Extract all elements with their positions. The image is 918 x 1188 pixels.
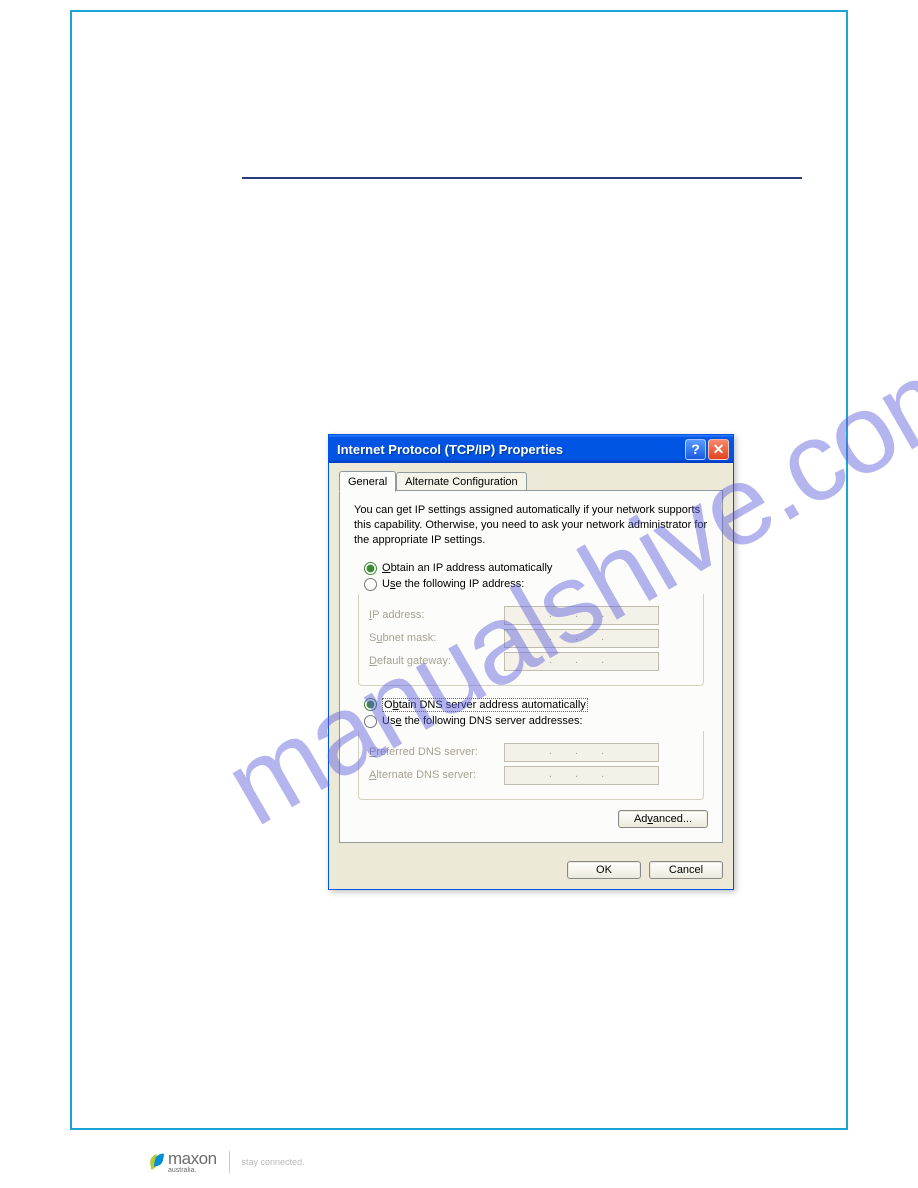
close-button[interactable]: ✕ <box>708 439 729 460</box>
titlebar[interactable]: Internet Protocol (TCP/IP) Properties ? … <box>329 435 733 463</box>
radio-use-dns-input[interactable] <box>364 715 377 728</box>
tabstrip: General Alternate Configuration <box>339 471 723 491</box>
radio-use-ip-input[interactable] <box>364 578 377 591</box>
advanced-button[interactable]: Advanced... <box>618 810 708 828</box>
label-alternate-dns: Alternate DNS server: <box>369 769 504 781</box>
dialog-title: Internet Protocol (TCP/IP) Properties <box>337 442 683 457</box>
radio-obtain-dns-label: Obtain DNS server address automatically <box>382 698 588 712</box>
radio-obtain-dns-input[interactable] <box>364 698 377 711</box>
leaf-icon <box>150 1153 164 1171</box>
dialog-footer: OK Cancel <box>329 853 733 889</box>
brand-footer: maxon australia. stay connected. <box>150 1150 305 1174</box>
input-subnet-mask: . . . <box>504 629 659 648</box>
label-preferred-dns: Preferred DNS server: <box>369 746 504 758</box>
description-text: You can get IP settings assigned automat… <box>354 503 708 548</box>
close-icon: ✕ <box>713 442 725 456</box>
radio-use-ip-label: Use the following IP address: <box>382 578 524 590</box>
radio-obtain-dns[interactable]: Obtain DNS server address automatically <box>364 698 708 712</box>
brand-logo: maxon australia. <box>150 1150 217 1174</box>
ip-fieldset: IP address: . . . Subnet mask: . . . Def… <box>358 594 704 686</box>
radio-use-dns[interactable]: Use the following DNS server addresses: <box>364 715 708 728</box>
radio-obtain-ip[interactable]: Obtain an IP address automatically <box>364 562 708 575</box>
brand-sub: australia. <box>168 1167 217 1174</box>
input-preferred-dns: . . . <box>504 743 659 762</box>
horizontal-rule <box>242 177 802 179</box>
radio-use-ip[interactable]: Use the following IP address: <box>364 578 708 591</box>
ok-button[interactable]: OK <box>567 861 641 879</box>
dns-fieldset: Preferred DNS server: . . . Alternate DN… <box>358 731 704 800</box>
tab-general[interactable]: General <box>339 471 396 492</box>
cancel-button[interactable]: Cancel <box>649 861 723 879</box>
label-default-gateway: Default gateway: <box>369 655 504 667</box>
tcpip-properties-dialog: Internet Protocol (TCP/IP) Properties ? … <box>328 434 734 890</box>
radio-use-dns-label: Use the following DNS server addresses: <box>382 715 583 727</box>
input-alternate-dns: . . . <box>504 766 659 785</box>
brand-tagline: stay connected. <box>242 1157 305 1167</box>
brand-name: maxon <box>168 1150 217 1167</box>
input-default-gateway: . . . <box>504 652 659 671</box>
label-subnet-mask: Subnet mask: <box>369 632 504 644</box>
radio-obtain-ip-label: Obtain an IP address automatically <box>382 562 552 574</box>
radio-obtain-ip-input[interactable] <box>364 562 377 575</box>
page-frame: Internet Protocol (TCP/IP) Properties ? … <box>70 10 848 1130</box>
tab-panel-general: You can get IP settings assigned automat… <box>339 490 723 843</box>
input-ip-address: . . . <box>504 606 659 625</box>
help-button[interactable]: ? <box>685 439 706 460</box>
tab-alternate-configuration[interactable]: Alternate Configuration <box>396 472 527 491</box>
dialog-body: General Alternate Configuration You can … <box>329 463 733 853</box>
help-icon: ? <box>691 441 700 457</box>
label-ip-address: IP address: <box>369 609 504 621</box>
brand-divider <box>229 1151 230 1173</box>
